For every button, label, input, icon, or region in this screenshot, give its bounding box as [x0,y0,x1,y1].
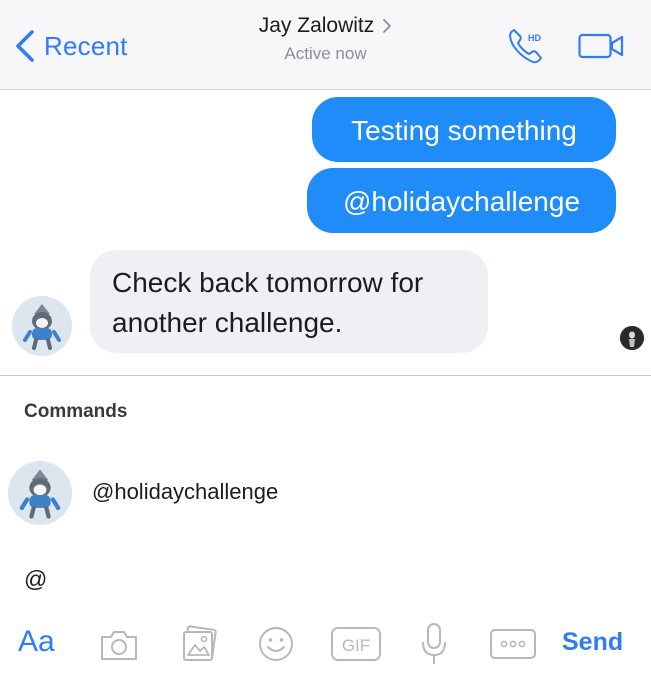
command-label[interactable]: @holidaychallenge [92,479,278,505]
active-status: Active now [284,44,367,63]
send-button[interactable]: Send [562,628,623,657]
bot-avatar[interactable] [8,461,72,525]
camera-icon[interactable] [98,628,140,662]
phone-hd-icon[interactable]: HD [505,24,549,68]
read-receipt-avatar [620,326,644,350]
photo-icon[interactable] [178,624,220,664]
outgoing-message[interactable]: @holidaychallenge [307,168,616,233]
penguin-icon [12,296,72,356]
chevron-right-icon [383,19,392,33]
outgoing-message[interactable]: Testing something [312,97,616,162]
gif-icon[interactable]: GIF [330,626,382,662]
gif-label: GIF [342,636,370,655]
penguin-icon [8,461,72,525]
person-icon [620,326,644,350]
text-button[interactable]: Aa [18,625,55,659]
emoji-icon[interactable] [257,625,295,663]
incoming-message[interactable]: Check back tomorrow for another challeng… [90,250,488,353]
divider [0,375,651,376]
phone-hd-badge: HD [528,33,541,43]
contact-name: Jay Zalowitz [258,14,375,37]
more-icon[interactable] [489,628,537,660]
microphone-icon[interactable] [420,622,448,666]
conversation-header: Recent Jay Zalowitz Active now HD [0,0,651,90]
bot-avatar[interactable] [12,296,72,356]
message-input[interactable]: @ [24,566,47,593]
conversation-title[interactable]: Jay Zalowitz Active now [0,14,651,64]
video-call-icon[interactable] [578,32,624,60]
commands-heading: Commands [24,401,128,422]
